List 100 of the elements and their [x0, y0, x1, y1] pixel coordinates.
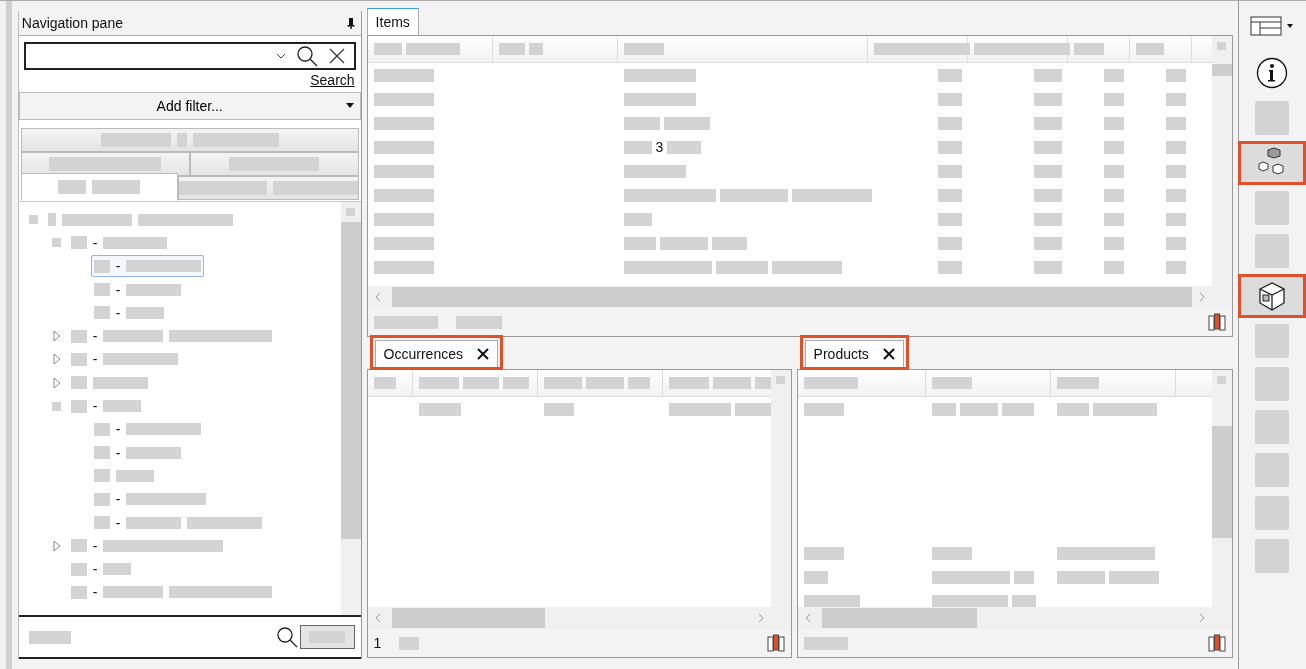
redacted-block	[937, 212, 962, 226]
masked-button[interactable]	[299, 625, 355, 649]
masked-toolbar-button[interactable]	[1255, 191, 1290, 225]
collapsed-triangle-icon[interactable]	[52, 539, 61, 552]
scroll-left-icon[interactable]	[374, 613, 381, 623]
search-link[interactable]: Search	[310, 72, 355, 88]
filter-tab[interactable]	[20, 173, 178, 201]
scroll-up-button[interactable]	[1217, 42, 1227, 50]
search-icon[interactable]	[295, 45, 318, 67]
masked-toolbar-button[interactable]	[1255, 101, 1290, 135]
redacted-block	[623, 43, 664, 55]
filter-tab[interactable]	[177, 176, 359, 200]
column-chooser-icon[interactable]	[1207, 313, 1226, 331]
redacted-block	[1033, 116, 1062, 130]
vertical-scroll-thumb[interactable]	[1211, 426, 1232, 538]
column-chooser-icon[interactable]	[766, 634, 785, 652]
tree-node[interactable]: -	[67, 231, 171, 254]
tree-node[interactable]: -	[90, 278, 185, 301]
scroll-up-button[interactable]	[776, 376, 786, 384]
redacted-block	[803, 546, 844, 560]
scroll-right-icon[interactable]	[1198, 292, 1205, 302]
filter-tab[interactable]	[20, 152, 190, 176]
vertical-scroll-thumb[interactable]	[1211, 64, 1232, 76]
redacted-block	[93, 306, 110, 320]
tree-node[interactable]: -	[90, 418, 205, 441]
redacted-block	[937, 164, 962, 178]
masked-toolbar-button[interactable]	[1255, 367, 1290, 401]
tree-node[interactable]: -	[90, 441, 185, 464]
redacted-block	[502, 377, 529, 389]
tree-node[interactable]: -	[67, 325, 276, 348]
tree-node[interactable]: -	[67, 348, 182, 371]
redacted-block	[1033, 164, 1062, 178]
redacted-block	[1011, 594, 1036, 607]
column-chooser-icon[interactable]	[1207, 634, 1226, 652]
masked-toolbar-button[interactable]	[1255, 410, 1290, 444]
filter-tab[interactable]	[189, 152, 359, 176]
redacted-block	[1056, 570, 1105, 584]
tree-node[interactable]: -	[90, 301, 168, 324]
redacted-block	[1165, 164, 1186, 178]
tree-node[interactable]: -	[67, 534, 227, 557]
close-icon[interactable]	[476, 348, 489, 360]
search-icon[interactable]	[275, 626, 298, 648]
add-filter-dropdown[interactable]: Add filter...	[18, 92, 361, 120]
panel-tab[interactable]: Products	[804, 340, 904, 367]
redacted-block	[937, 92, 962, 106]
collapsed-triangle-icon[interactable]	[52, 330, 61, 343]
redacted-block	[623, 140, 652, 154]
redacted-block	[70, 376, 87, 390]
expanded-toggle[interactable]	[52, 401, 62, 411]
collapsed-triangle-icon[interactable]	[52, 376, 61, 389]
redacted-block	[1108, 570, 1159, 584]
horizontal-scroll-thumb[interactable]	[821, 608, 977, 628]
tree-node[interactable]: -	[90, 511, 266, 534]
redacted-block	[93, 283, 110, 297]
expanded-toggle[interactable]	[52, 238, 62, 248]
search-field[interactable]	[23, 42, 356, 70]
tree-node[interactable]: -	[90, 488, 210, 511]
redacted-block	[92, 376, 148, 389]
horizontal-scroll-thumb[interactable]	[391, 608, 545, 628]
redacted-block	[103, 563, 132, 576]
tree-node[interactable]: -	[67, 558, 135, 581]
masked-toolbar-button[interactable]	[1255, 496, 1290, 530]
close-icon[interactable]	[327, 47, 346, 65]
info-icon	[1256, 57, 1289, 89]
scroll-right-icon[interactable]	[757, 613, 764, 623]
redacted-block	[803, 594, 860, 607]
masked-toolbar-button[interactable]	[1255, 324, 1290, 358]
masked-toolbar-button[interactable]	[1255, 234, 1290, 268]
redacted-block	[1103, 236, 1124, 250]
panel-tab[interactable]: Occurrences	[374, 340, 498, 367]
redacted-block	[1033, 68, 1062, 82]
scroll-up-button[interactable]	[1217, 376, 1227, 384]
tree-node[interactable]: -	[67, 581, 276, 604]
scroll-left-icon[interactable]	[804, 613, 811, 623]
filter-tab[interactable]	[20, 128, 359, 152]
collapsed-triangle-icon[interactable]	[52, 353, 61, 366]
tree-node[interactable]: -	[67, 395, 145, 417]
redacted-block	[543, 377, 582, 389]
scroll-up-button[interactable]	[346, 208, 356, 216]
redacted-block	[70, 585, 87, 599]
pin-icon[interactable]	[346, 17, 355, 29]
separator: -	[115, 514, 121, 531]
redacted-block	[623, 164, 686, 178]
masked-toolbar-button[interactable]	[1255, 539, 1290, 573]
redacted-block	[663, 116, 710, 130]
redacted-block	[1033, 236, 1062, 250]
vertical-scroll-thumb[interactable]	[340, 222, 361, 539]
expanded-toggle[interactable]	[29, 215, 39, 225]
redacted-block	[803, 570, 828, 584]
scroll-left-icon[interactable]	[374, 292, 381, 302]
redacted-block	[715, 260, 768, 274]
toolbar-button[interactable]	[1241, 277, 1304, 315]
close-icon[interactable]	[882, 348, 895, 360]
redacted-block	[373, 212, 434, 226]
scroll-right-icon[interactable]	[1198, 613, 1205, 623]
tree-node[interactable]: -	[90, 255, 205, 278]
redacted-block	[58, 180, 87, 194]
masked-toolbar-button[interactable]	[1255, 453, 1290, 487]
horizontal-scroll-thumb[interactable]	[391, 287, 1192, 307]
panel-tab[interactable]: Items	[366, 8, 419, 35]
